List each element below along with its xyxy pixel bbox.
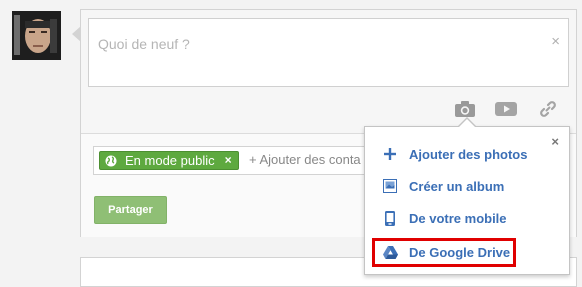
share-recipients-field[interactable]: En mode public × + Ajouter des conta	[93, 146, 365, 175]
close-icon[interactable]: ×	[551, 34, 560, 49]
post-input[interactable]: Quoi de neuf ? ×	[88, 18, 569, 87]
public-chip[interactable]: En mode public ×	[99, 151, 239, 170]
composer-top-section: Quoi de neuf ? ×	[81, 10, 576, 134]
menu-item-label: De votre mobile	[409, 210, 507, 226]
menu-item-from-mobile[interactable]: De votre mobile	[381, 208, 507, 228]
menu-item-create-album[interactable]: Créer un album	[381, 176, 504, 196]
dropdown-arrow-inner	[459, 119, 475, 127]
avatar[interactable]	[12, 11, 61, 60]
google-drive-icon	[381, 245, 399, 259]
share-button[interactable]: Partager	[94, 196, 167, 224]
menu-item-label: De Google Drive	[409, 244, 511, 260]
menu-item-google-drive[interactable]: De Google Drive	[381, 242, 510, 262]
menu-item-label: Ajouter des photos	[409, 146, 528, 162]
plus-icon	[381, 148, 399, 160]
close-menu-icon[interactable]: ×	[551, 135, 559, 148]
video-icon[interactable]	[495, 102, 517, 121]
album-icon	[381, 179, 399, 193]
globe-icon	[105, 155, 117, 167]
mobile-icon	[381, 210, 399, 226]
remove-chip-icon[interactable]: ×	[225, 151, 232, 170]
menu-item-label: Créer un album	[409, 178, 505, 194]
link-icon[interactable]	[540, 101, 556, 122]
photo-source-menu: × Ajouter des photos Créer un album De v…	[364, 126, 570, 275]
post-placeholder: Quoi de neuf ?	[98, 36, 190, 52]
menu-item-add-photos[interactable]: Ajouter des photos	[381, 144, 527, 164]
public-chip-label: En mode public	[125, 153, 215, 168]
add-contacts-input[interactable]: + Ajouter des conta	[249, 152, 361, 167]
